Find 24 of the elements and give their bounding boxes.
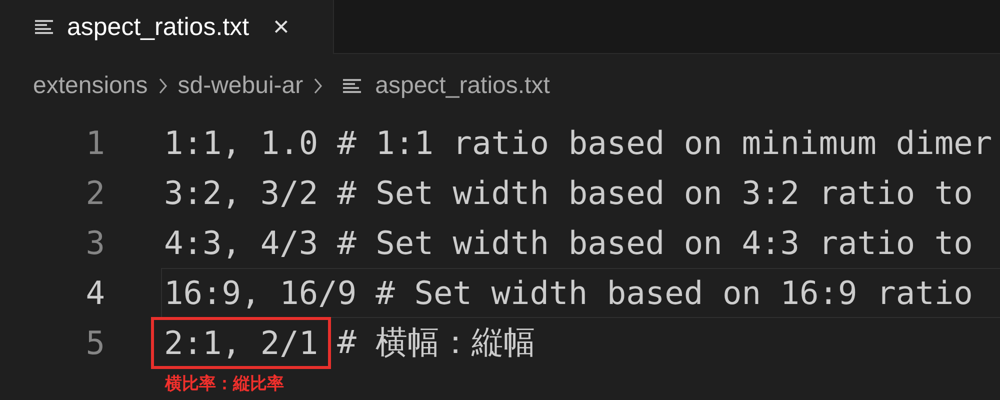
- breadcrumb-item[interactable]: extensions: [33, 72, 148, 100]
- code-text: 1:1, 1.0: [164, 124, 318, 162]
- chevron-icon: [158, 77, 168, 95]
- comment-text: # 横幅：縦幅: [337, 322, 536, 363]
- annotation-label: 横比率：縦比率: [165, 373, 285, 395]
- comment-text: # Set width based on 16:9 ratio: [376, 274, 973, 312]
- line-number: 3: [84, 224, 105, 262]
- text-file-icon: [343, 79, 362, 93]
- code-text: 16:9, 16/9: [164, 274, 357, 312]
- close-icon[interactable]: ×: [273, 11, 290, 43]
- code-text: 3:2, 3/2: [164, 174, 318, 212]
- line-number: 2: [84, 174, 105, 212]
- line-number: 5: [84, 324, 105, 362]
- comment-text: # Set width based on 4:3 ratio to: [337, 224, 973, 262]
- text-file-icon: [35, 20, 53, 34]
- breadcrumb-item[interactable]: sd-webui-ar: [178, 72, 304, 100]
- chevron-icon: [313, 77, 324, 95]
- breadcrumb-item[interactable]: aspect_ratios.txt: [375, 72, 550, 100]
- highlighted-code: 2:1, 2/1: [151, 317, 332, 369]
- comment-text: # Set width based on 3:2 ratio to: [337, 174, 973, 212]
- line-number: 4: [84, 274, 105, 312]
- code-text: 4:3, 4/3: [164, 224, 318, 262]
- comment-text: # 1:1 ratio based on minimum dimer: [337, 124, 992, 162]
- line-number: 1: [84, 124, 105, 162]
